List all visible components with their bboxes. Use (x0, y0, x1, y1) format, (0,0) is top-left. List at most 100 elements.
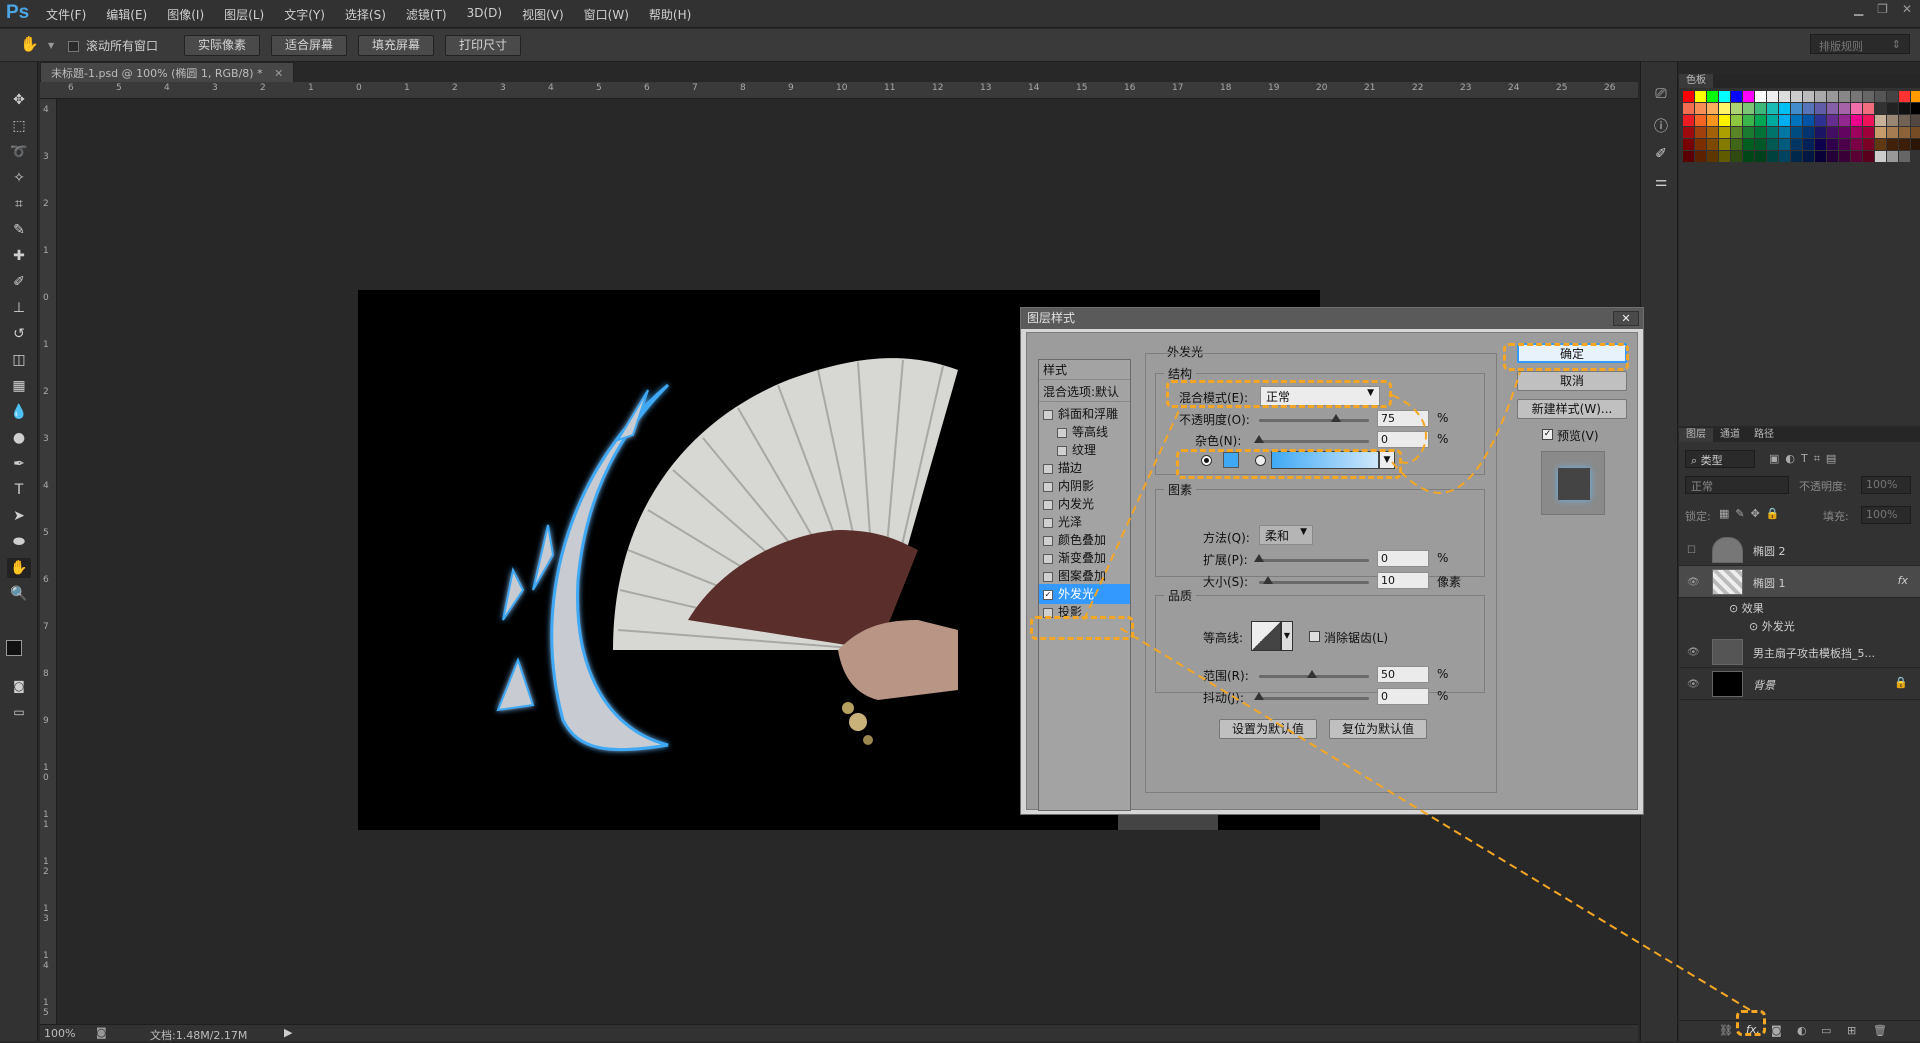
color-swatch[interactable] (1767, 127, 1778, 138)
jitter-input[interactable]: 0 (1377, 688, 1429, 705)
stamp-tool-icon[interactable]: ⊥ (7, 298, 31, 318)
opacity-slider[interactable] (1259, 414, 1369, 422)
color-swatch[interactable] (1875, 91, 1886, 102)
color-swatch[interactable] (1731, 115, 1742, 126)
color-swatch[interactable] (1815, 91, 1826, 102)
slider-thumb[interactable] (1254, 554, 1264, 562)
dialog-close-button[interactable]: ✕ (1613, 311, 1639, 326)
style-item[interactable]: ✓ 外发光 (1039, 584, 1130, 604)
eye-icon[interactable]: 👁 (1687, 679, 1700, 690)
color-swatch[interactable] (1875, 151, 1886, 162)
color-swatch[interactable] (1779, 139, 1790, 150)
chevron-down-icon[interactable]: ▼ (1281, 621, 1293, 651)
opacity-input[interactable]: 75 (1377, 410, 1429, 427)
color-swatch[interactable] (1779, 127, 1790, 138)
color-swatch[interactable] (1683, 91, 1694, 102)
noise-input[interactable]: 0 (1377, 431, 1429, 448)
eye-icon[interactable]: 👁 (1687, 647, 1700, 658)
color-swatch[interactable] (1911, 103, 1920, 114)
style-item[interactable]: 内发光 (1039, 494, 1130, 514)
color-swatch[interactable] (1863, 115, 1874, 126)
blend-mode-select[interactable]: 正常 (1685, 476, 1789, 494)
layers-panel-tab[interactable]: 图层 (1679, 428, 1713, 442)
healing-brush-icon[interactable]: ✚ (7, 246, 31, 266)
menu-item[interactable]: 帮助(H) (649, 6, 691, 23)
color-swatch[interactable] (1731, 151, 1742, 162)
color-swatch[interactable] (1767, 139, 1778, 150)
color-swatch[interactable] (1731, 91, 1742, 102)
new-style-button[interactable]: 新建样式(W)... (1517, 399, 1627, 419)
color-swatch[interactable] (1779, 91, 1790, 102)
layer-row[interactable]: 👁 男主扇子攻击模板挡_5... (1679, 636, 1920, 668)
style-checkbox[interactable] (1057, 427, 1067, 438)
color-swatch[interactable] (1743, 91, 1754, 102)
color-swatch[interactable] (1719, 91, 1730, 102)
hand-tool-icon[interactable]: ✋ (7, 558, 31, 578)
menu-item[interactable]: 窗口(W) (584, 6, 629, 23)
color-swatch[interactable] (1815, 139, 1826, 150)
spread-slider[interactable] (1254, 554, 1369, 562)
color-swatch[interactable] (1875, 103, 1886, 114)
new-layer-icon[interactable]: ⊞ (1847, 1024, 1856, 1037)
color-swatch[interactable] (1911, 115, 1920, 126)
styles-header[interactable]: 样式 (1039, 360, 1130, 380)
color-swatch[interactable] (1683, 139, 1694, 150)
color-swatch[interactable] (1851, 139, 1862, 150)
opacity-input[interactable]: 100% (1861, 476, 1911, 494)
spread-input[interactable]: 0 (1377, 550, 1429, 567)
color-swatch[interactable] (1827, 139, 1838, 150)
color-swatch[interactable] (1695, 91, 1706, 102)
outer-glow-effect-item[interactable]: ⊙ 外发光 (1749, 618, 1795, 634)
brush-panel-icon[interactable]: ✐ (1649, 144, 1673, 164)
layer-row[interactable]: 👁 背景 🔒 (1679, 668, 1920, 700)
fill-screen-button[interactable]: 填充屏幕 (358, 35, 435, 56)
color-swatch[interactable] (1875, 127, 1886, 138)
menu-item[interactable]: 3D(D) (467, 6, 502, 23)
color-swatch[interactable] (1755, 139, 1766, 150)
history-panel-icon[interactable]: ⎚ (1649, 84, 1673, 104)
link-icon[interactable]: ⛓ (1719, 1024, 1733, 1037)
color-swatch[interactable] (1755, 127, 1766, 138)
style-item[interactable]: 描边 (1039, 458, 1130, 478)
color-swatch[interactable] (1803, 127, 1814, 138)
color-swatch[interactable] (1683, 151, 1694, 162)
color-swatch[interactable] (1899, 127, 1910, 138)
color-swatch[interactable] (1839, 103, 1850, 114)
foreground-color-swatch[interactable] (6, 640, 22, 656)
menu-item[interactable]: 滤镜(T) (406, 6, 447, 23)
style-checkbox[interactable] (1043, 409, 1053, 420)
layers-panel-tab[interactable]: 路径 (1747, 428, 1781, 442)
color-swatch[interactable] (1839, 139, 1850, 150)
color-swatch[interactable] (1875, 115, 1886, 126)
color-swatch[interactable] (1875, 139, 1886, 150)
color-swatch[interactable] (1887, 139, 1898, 150)
crop-tool-icon[interactable]: ⌗ (7, 194, 31, 214)
minimize-icon[interactable]: ▁ (1854, 2, 1863, 16)
marquee-tool-icon[interactable]: ⬚ (7, 116, 31, 136)
color-swatch[interactable] (1707, 127, 1718, 138)
menu-item[interactable]: 图层(L) (224, 6, 264, 23)
blur-tool-icon[interactable]: 💧 (7, 402, 31, 422)
close-window-icon[interactable]: ✕ (1902, 2, 1912, 16)
workspace-select[interactable]: 排版规则 ⇕ (1810, 34, 1910, 54)
magic-wand-icon[interactable]: ✧ (7, 168, 31, 188)
slider-thumb[interactable] (1331, 414, 1341, 422)
color-swatch[interactable] (1851, 127, 1862, 138)
color-swatch[interactable] (1827, 103, 1838, 114)
color-swatch[interactable] (1707, 151, 1718, 162)
layer-row[interactable]: ☐ 椭圆 2 (1679, 534, 1920, 566)
slider-thumb[interactable] (1307, 670, 1317, 678)
style-item[interactable]: 内阴影 (1039, 476, 1130, 496)
color-swatch[interactable] (1887, 91, 1898, 102)
fit-screen-button[interactable]: 适合屏幕 (271, 35, 348, 56)
chevron-down-icon[interactable]: ▼ (48, 41, 54, 50)
color-swatch[interactable] (1707, 139, 1718, 150)
color-swatch[interactable] (1899, 91, 1910, 102)
style-checkbox[interactable] (1043, 571, 1053, 582)
color-swatch[interactable] (1695, 139, 1706, 150)
color-swatch[interactable] (1839, 91, 1850, 102)
adjust-panel-icon[interactable]: ⚌ (1649, 172, 1673, 192)
color-swatch[interactable] (1839, 127, 1850, 138)
color-swatch[interactable] (1779, 103, 1790, 114)
hand-tool-icon[interactable]: ✋ (20, 35, 39, 53)
